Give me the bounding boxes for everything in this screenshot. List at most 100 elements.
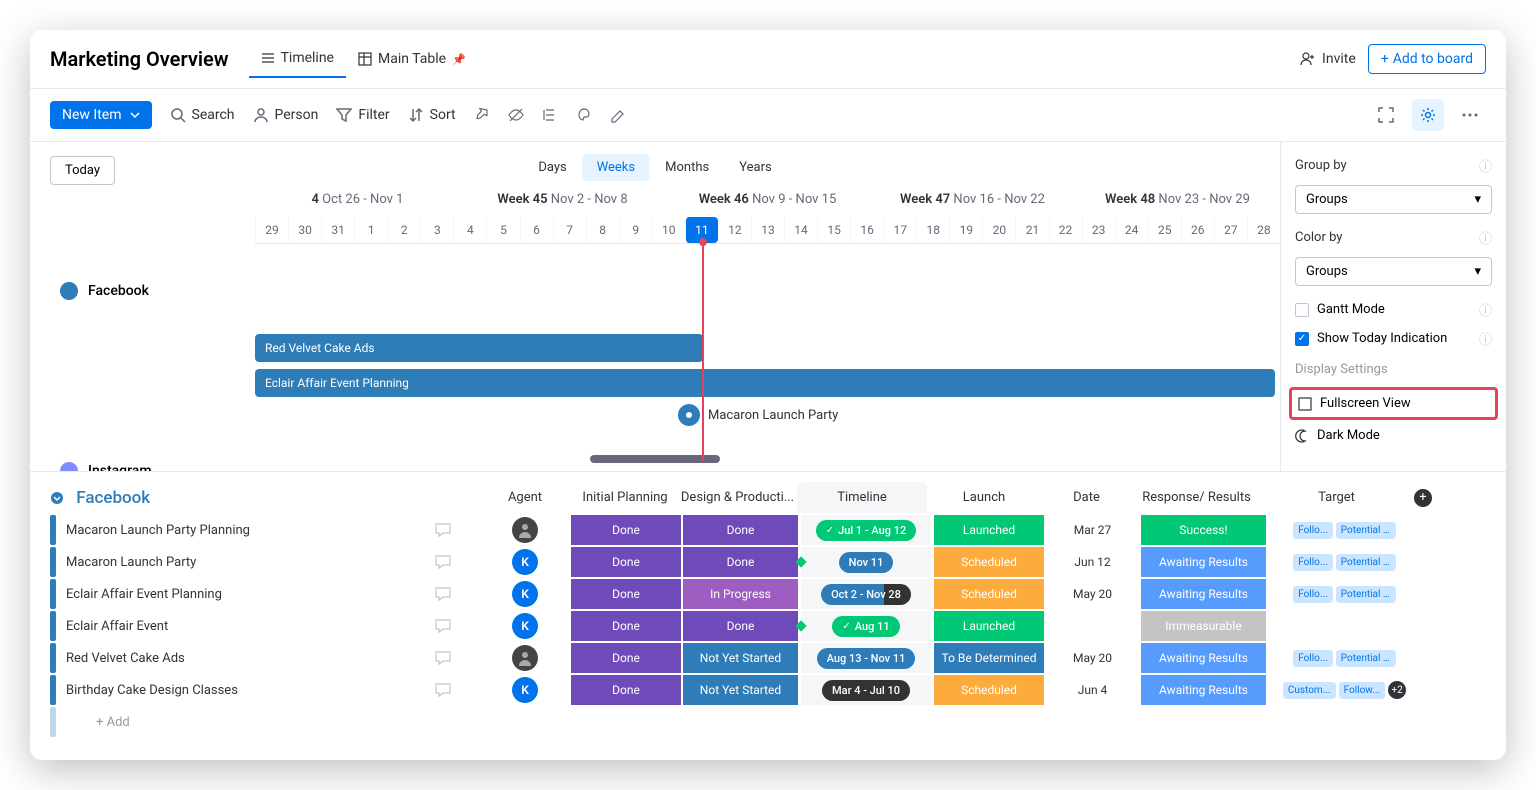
horizontal-scrollbar[interactable] — [590, 455, 720, 463]
new-item-button[interactable]: New Item — [50, 101, 152, 129]
col-agent[interactable]: Agent — [480, 490, 570, 505]
cell-timeline[interactable]: Nov 11 — [801, 547, 931, 577]
more-button[interactable] — [1454, 99, 1486, 131]
cell-design-production[interactable]: In Progress — [683, 579, 798, 609]
cell-response-results[interactable]: Success! — [1141, 515, 1266, 545]
add-row-button[interactable]: + Add — [96, 715, 130, 730]
cell-design-production[interactable]: Not Yet Started — [683, 675, 798, 705]
row-name[interactable]: Macaron Launch Party — [66, 555, 406, 570]
add-column-button[interactable]: + — [1414, 489, 1432, 507]
day-cell[interactable]: 15 — [817, 217, 850, 243]
cell-timeline[interactable]: ✓ Jul 1 - Aug 12 — [801, 515, 931, 545]
cell-initial-planning[interactable]: Done — [571, 547, 681, 577]
settings-panel-toggle[interactable] — [1412, 99, 1444, 131]
timeline-bar-eclair[interactable]: Eclair Affair Event Planning — [255, 369, 1275, 397]
target-chip[interactable]: Follow... — [1339, 682, 1386, 699]
row-name[interactable]: Macaron Launch Party Planning — [66, 523, 406, 538]
target-chip[interactable]: Potential Foll... — [1336, 522, 1396, 539]
gantt-mode-checkbox[interactable]: Gantt Mode — [1295, 302, 1471, 317]
avatar[interactable]: K — [512, 613, 538, 639]
col-initial-planning[interactable]: Initial Planning — [570, 490, 680, 505]
cell-response-results[interactable]: Awaiting Results — [1141, 675, 1266, 705]
avatar[interactable]: K — [512, 581, 538, 607]
day-cell[interactable]: 25 — [1148, 217, 1181, 243]
avatar[interactable] — [512, 517, 538, 543]
table-row[interactable]: Eclair Affair Event Planning K DoneIn Prog… — [50, 579, 1486, 609]
cell-response-results[interactable]: Awaiting Results — [1141, 643, 1266, 673]
day-cell[interactable]: 6 — [520, 217, 553, 243]
row-name[interactable]: Red Velvet Cake Ads — [66, 651, 406, 666]
day-cell[interactable]: 4 — [453, 217, 486, 243]
col-timeline[interactable]: Timeline — [797, 482, 927, 513]
table-row[interactable]: Macaron Launch PartyKDoneDone Nov 11Sche… — [50, 547, 1486, 577]
cell-date[interactable]: Jun 4 — [1045, 683, 1140, 697]
tab-timeline[interactable]: Timeline — [249, 40, 346, 78]
comment-icon[interactable] — [406, 521, 480, 539]
day-cell[interactable]: 13 — [751, 217, 784, 243]
cell-design-production[interactable]: Done — [683, 611, 798, 641]
col-launch[interactable]: Launch — [929, 490, 1039, 505]
day-cell[interactable]: 27 — [1214, 217, 1247, 243]
target-chip[interactable]: Follo... — [1293, 586, 1333, 603]
cell-launch[interactable]: Scheduled — [934, 675, 1044, 705]
col-target[interactable]: Target — [1259, 490, 1414, 505]
color-tool-icon[interactable] — [576, 107, 592, 123]
tab-main-table[interactable]: Main Table 📌 — [346, 41, 478, 77]
cell-date[interactable]: Jun 12 — [1045, 555, 1140, 569]
target-chip[interactable]: Follo... — [1293, 554, 1333, 571]
info-icon[interactable]: ⓘ — [1479, 329, 1492, 348]
cell-design-production[interactable]: Done — [683, 515, 798, 545]
add-to-board-button[interactable]: + Add to board — [1368, 44, 1486, 74]
more-targets-chip[interactable]: +2 — [1388, 681, 1406, 699]
cell-launch[interactable]: Scheduled — [934, 547, 1044, 577]
day-cell[interactable]: 14 — [784, 217, 817, 243]
day-cell[interactable]: 24 — [1115, 217, 1148, 243]
filter-button[interactable]: Filter — [336, 107, 389, 123]
timeline-bar-red-velvet[interactable]: Red Velvet Cake Ads — [255, 334, 703, 362]
day-cell[interactable]: 10 — [652, 217, 685, 243]
day-cell[interactable]: 18 — [916, 217, 949, 243]
group-by-select[interactable]: Groups ▾ — [1295, 185, 1492, 214]
cell-timeline[interactable]: Aug 13 - Nov 11 — [801, 643, 931, 673]
day-cell[interactable]: 7 — [553, 217, 586, 243]
info-icon[interactable]: ⓘ — [1479, 156, 1492, 175]
cell-timeline[interactable]: Oct 2 - Nov 28 — [801, 579, 931, 609]
sort-button[interactable]: Sort — [408, 107, 456, 123]
day-cell[interactable]: 8 — [586, 217, 619, 243]
scale-months[interactable]: Months — [651, 154, 723, 181]
color-by-select[interactable]: Groups ▾ — [1295, 257, 1492, 286]
comment-icon[interactable] — [406, 681, 480, 699]
scale-days[interactable]: Days — [524, 154, 580, 181]
row-name[interactable]: Birthday Cake Design Classes — [66, 683, 406, 698]
col-response-results[interactable]: Response/ Results — [1134, 490, 1259, 505]
scale-weeks[interactable]: Weeks — [583, 154, 649, 181]
cell-response-results[interactable]: Immeasurable — [1141, 611, 1266, 641]
scale-years[interactable]: Years — [725, 154, 785, 181]
day-cell[interactable]: 5 — [486, 217, 519, 243]
height-tool-icon[interactable] — [542, 107, 558, 123]
cell-launch[interactable]: Scheduled — [934, 579, 1044, 609]
target-chip[interactable]: Potential Foll... — [1336, 554, 1396, 571]
day-cell[interactable]: 2 — [387, 217, 420, 243]
table-row[interactable]: Eclair Affair EventKDoneDone✓ Aug 11Laun… — [50, 611, 1486, 641]
cell-launch[interactable]: Launched — [934, 611, 1044, 641]
col-design-production[interactable]: Design & Producti... — [680, 490, 795, 505]
cell-initial-planning[interactable]: Done — [571, 579, 681, 609]
search-button[interactable]: Search — [170, 107, 235, 123]
hide-tool-icon[interactable] — [508, 107, 524, 123]
cell-launch[interactable]: To Be Determined — [934, 643, 1044, 673]
cell-timeline[interactable]: Mar 4 - Jul 10 — [801, 675, 931, 705]
cell-response-results[interactable]: Awaiting Results — [1141, 547, 1266, 577]
today-button[interactable]: Today — [50, 156, 115, 185]
day-cell[interactable]: 16 — [850, 217, 883, 243]
cell-design-production[interactable]: Not Yet Started — [683, 643, 798, 673]
cell-initial-planning[interactable]: Done — [571, 611, 681, 641]
day-cell[interactable]: 26 — [1181, 217, 1214, 243]
row-name[interactable]: Eclair Affair Event Planning — [66, 587, 406, 602]
info-icon[interactable]: ⓘ — [1479, 228, 1492, 247]
day-cell[interactable]: 1 — [354, 217, 387, 243]
avatar[interactable] — [512, 645, 538, 671]
pin-tool-icon[interactable] — [474, 107, 490, 123]
comment-icon[interactable] — [406, 649, 480, 667]
target-chip[interactable]: Follo... — [1293, 650, 1333, 667]
